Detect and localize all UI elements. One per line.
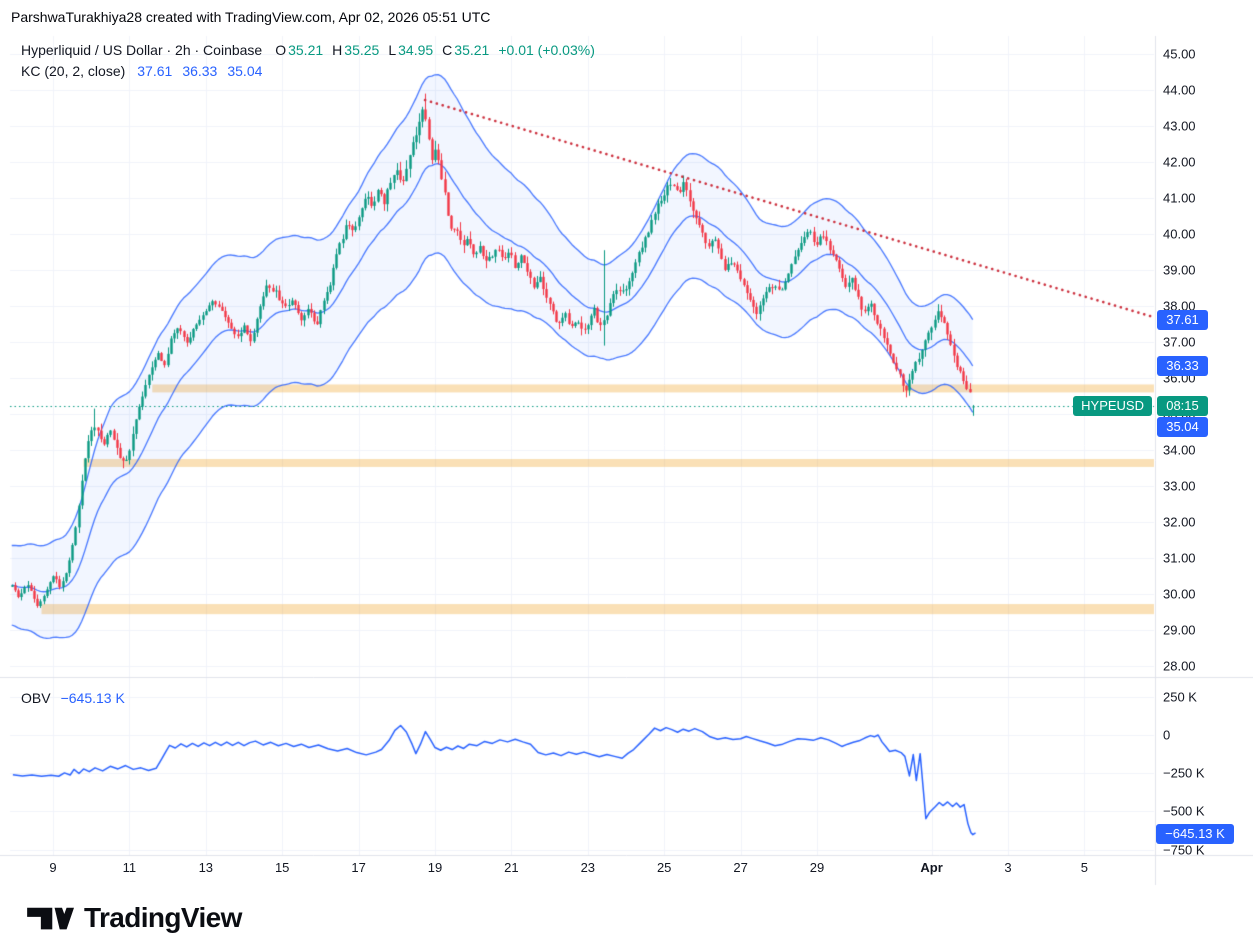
price-tick-label: 42.00: [1163, 154, 1196, 170]
time-axis[interactable]: 9 11 13 15 17 19 21 23 25 27 29 Apr 3 5: [0, 855, 1253, 885]
price-tick-label: 45.00: [1163, 46, 1196, 62]
keltner-lower-value: 35.04: [227, 63, 263, 79]
time-tick-label: 11: [122, 860, 137, 875]
high-value: 35.25: [344, 42, 380, 58]
price-tick-label: 44.00: [1163, 82, 1196, 98]
price-tick-label: 30.00: [1163, 586, 1196, 602]
price-tick-label: 39.00: [1163, 262, 1196, 278]
tradingview-logo-icon: [27, 907, 74, 930]
obv-tick-label: −250 K: [1163, 765, 1205, 781]
low-label: L: [388, 42, 397, 58]
price-tick-label: 41.00: [1163, 190, 1196, 206]
time-tick-label: 9: [49, 860, 57, 875]
obv-legend-row[interactable]: OBV −645.13 K: [21, 690, 125, 706]
time-tick-label: 15: [274, 860, 290, 875]
kc-basis-price-badge: 36.33: [1157, 356, 1208, 377]
price-tick-label: 34.00: [1163, 442, 1196, 458]
time-tick-label: Apr: [920, 860, 943, 875]
keltner-basis-value: 36.33: [182, 63, 218, 79]
keltner-legend-row[interactable]: KC (20, 2, close) 37.61 36.33 35.04: [21, 61, 595, 82]
keltner-upper-value: 37.61: [137, 63, 173, 79]
time-tick-label: 27: [733, 860, 748, 875]
price-tick-label: 37.00: [1163, 334, 1196, 350]
obv-label: OBV: [21, 690, 51, 706]
price-tick-label: 28.00: [1163, 658, 1196, 674]
tradingview-logo[interactable]: TradingView: [26, 902, 242, 934]
main-chart-legend: Hyperliquid / US Dollar · 2h · Coinbase O…: [21, 40, 595, 82]
obv-tick-label: −500 K: [1163, 803, 1205, 819]
price-tick-label: 33.00: [1163, 478, 1196, 494]
chart-canvas[interactable]: [0, 0, 1253, 952]
obv-value-badge: −645.13 K: [1156, 823, 1234, 844]
close-label: C: [442, 42, 453, 58]
price-tick-label: 32.00: [1163, 514, 1196, 530]
tradingview-logo-text: TradingView: [84, 902, 242, 933]
time-tick-label: 29: [809, 860, 825, 875]
symbol-title: Hyperliquid / US Dollar · 2h · Coinbase: [21, 42, 263, 58]
symbol-name-badge: HYPEUSD: [1073, 396, 1152, 417]
price-tick-label: 43.00: [1163, 118, 1196, 134]
time-tick-label: 13: [198, 860, 214, 875]
change-value: +0.01 (+0.03%): [498, 42, 595, 58]
time-tick-label: 21: [504, 860, 519, 875]
time-tick-label: 5: [1080, 860, 1089, 875]
high-label: H: [332, 42, 343, 58]
symbol-legend-row[interactable]: Hyperliquid / US Dollar · 2h · Coinbase O…: [21, 40, 595, 61]
time-tick-label: 19: [427, 860, 443, 875]
time-tick-label: 23: [580, 860, 596, 875]
obv-value: −645.13 K: [60, 690, 125, 706]
time-tick-label: 3: [1004, 860, 1012, 875]
price-tick-label: 40.00: [1163, 226, 1196, 242]
close-value: 35.21: [454, 42, 490, 58]
price-axis[interactable]: 45.00 44.00 43.00 42.00 41.00 40.00 39.00 38.00…: [1156, 0, 1253, 885]
low-value: 34.95: [398, 42, 434, 58]
price-tick-label: 29.00: [1163, 622, 1196, 638]
price-tick-label: 31.00: [1163, 550, 1196, 566]
tradingview-chart-screenshot: ParshwaTurakhiya28 created with TradingV…: [0, 0, 1253, 952]
kc-upper-price-badge: 37.61: [1157, 310, 1208, 331]
kc-lower-price-badge: 35.04: [1157, 416, 1208, 437]
countdown-time-badge: 08:15: [1157, 396, 1208, 417]
open-label: O: [275, 42, 287, 58]
obv-tick-label: 250 K: [1163, 689, 1197, 705]
open-value: 35.21: [288, 42, 324, 58]
obv-tick-label: 0: [1163, 727, 1171, 743]
keltner-label: KC (20, 2, close): [21, 63, 126, 79]
time-tick-label: 17: [351, 860, 366, 875]
time-tick-label: 25: [656, 860, 672, 875]
